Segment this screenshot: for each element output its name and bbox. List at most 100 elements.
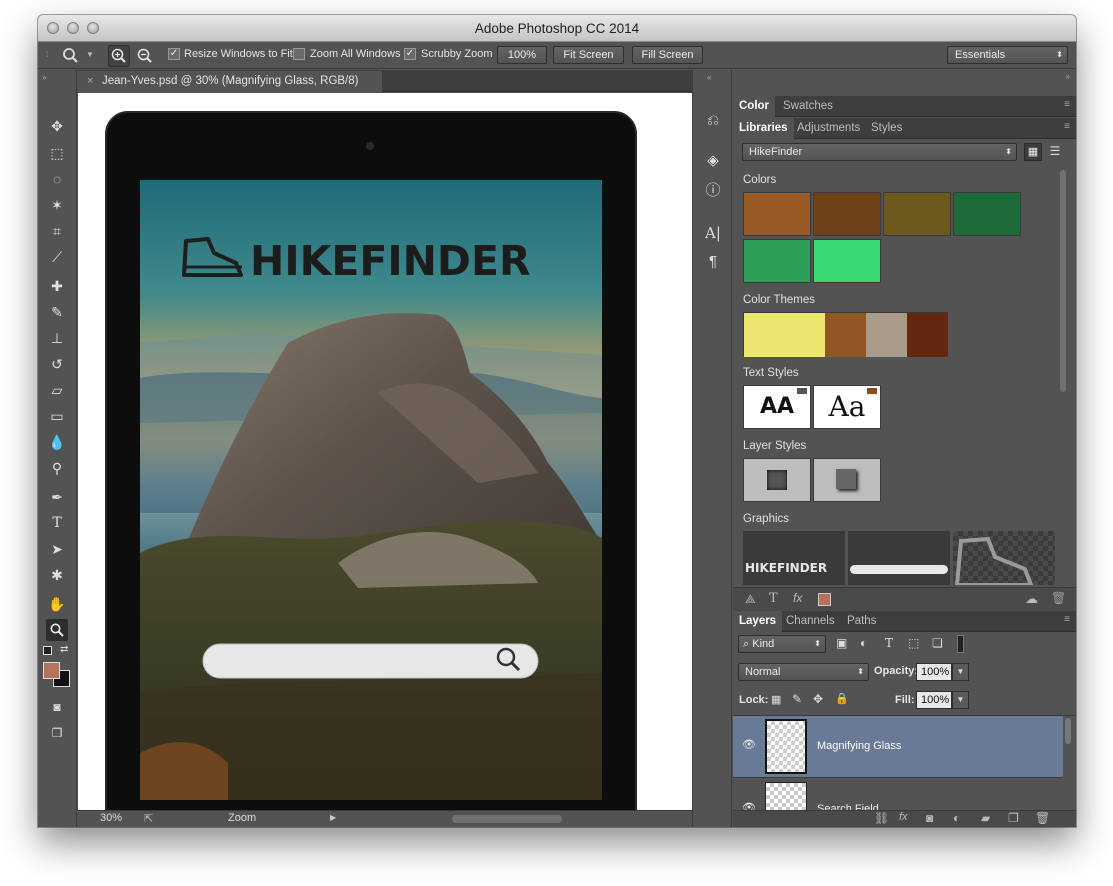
library-color-swatch[interactable] (883, 192, 951, 236)
swap-colors-icon[interactable]: ⇄ (60, 644, 68, 655)
tab-layers[interactable]: Layers (733, 611, 783, 632)
filter-pixel-icon[interactable]: ▣ (836, 636, 847, 650)
library-color-swatch[interactable] (743, 239, 811, 283)
hand-tool-icon[interactable]: ✋ (46, 593, 68, 615)
library-color-swatch[interactable] (813, 239, 881, 283)
zoom-in-icon[interactable] (108, 45, 130, 67)
tab-color[interactable]: Color (733, 96, 776, 117)
layer-filter-dropdown[interactable]: ⌕ Kind ⬍ (738, 635, 826, 653)
creative-cloud-icon[interactable]: ☁ (1025, 591, 1038, 607)
add-graphic-icon[interactable]: ⟁ (745, 592, 756, 607)
graphic-boot[interactable] (953, 531, 1055, 587)
chevron-down-icon[interactable]: ▼ (86, 47, 94, 64)
character-panel-icon[interactable]: A| (702, 222, 724, 244)
text-style-bold[interactable]: AA (743, 385, 811, 429)
move-tool-icon[interactable]: ✥ (46, 115, 68, 137)
share-icon[interactable]: ⇱ (144, 812, 153, 825)
foreground-color-swatch[interactable] (43, 662, 60, 679)
add-mask-icon[interactable]: ◙ (926, 811, 933, 825)
add-color-icon[interactable] (818, 593, 831, 606)
healing-brush-tool-icon[interactable]: ✚ (46, 275, 68, 297)
info-panel-icon[interactable]: ⓘ (702, 180, 724, 202)
add-layer-style-icon[interactable]: fx (793, 591, 802, 605)
history-panel-icon[interactable]: ⎌ (702, 110, 724, 132)
scrubby-zoom-checkbox[interactable]: ✓ (404, 48, 416, 60)
text-style-serif[interactable]: Aa (813, 385, 881, 429)
zoom-all-windows-checkbox[interactable] (293, 48, 305, 60)
default-colors-icon[interactable] (43, 646, 52, 655)
document-tab[interactable]: × Jean-Yves.psd @ 30% (Magnifying Glass,… (78, 71, 382, 92)
color-theme[interactable] (743, 312, 948, 357)
filter-smart-object-icon[interactable]: ❏ (932, 636, 943, 650)
zoom-100-button[interactable]: 100% (497, 46, 547, 64)
zoom-window-button[interactable] (87, 22, 99, 34)
zoom-tool-preset-icon[interactable] (62, 47, 80, 68)
gradient-tool-icon[interactable]: ▭ (46, 405, 68, 427)
type-tool-icon[interactable]: T (46, 512, 68, 534)
3d-panel-icon[interactable]: ◈ (702, 150, 724, 172)
filter-adjustment-icon[interactable]: ◐ (860, 636, 867, 650)
new-group-icon[interactable]: ▰ (981, 811, 990, 825)
quick-mask-icon[interactable]: ◙ (46, 696, 68, 718)
fill-input[interactable]: 100% (916, 691, 952, 709)
mock-search-field[interactable] (202, 643, 539, 679)
layer-effects-icon[interactable]: fx (899, 811, 908, 823)
tab-swatches[interactable]: Swatches (777, 96, 839, 117)
paragraph-panel-icon[interactable]: ¶ (702, 251, 724, 273)
graphic-logo[interactable]: HIKEFINDER (743, 531, 845, 585)
panel-menu-icon[interactable]: ≡ (1064, 99, 1070, 110)
library-color-swatch[interactable] (813, 192, 881, 236)
tab-paths[interactable]: Paths (841, 611, 882, 632)
chevron-down-icon[interactable]: ▼ (952, 663, 969, 681)
list-view-icon[interactable]: ☰ (1046, 143, 1064, 161)
eyedropper-tool-icon[interactable]: ⟋ (46, 246, 68, 268)
panel-menu-icon[interactable]: ≡ (1064, 121, 1070, 132)
lasso-tool-icon[interactable]: ◌ (46, 168, 68, 190)
graphic-search-bar[interactable] (848, 531, 950, 585)
blend-mode-dropdown[interactable]: Normal ⬍ (738, 663, 869, 681)
collapse-strip-icon[interactable]: « (707, 73, 711, 82)
blur-tool-icon[interactable]: 💧 (46, 431, 68, 453)
horizontal-scroll-thumb[interactable] (452, 815, 562, 823)
add-text-style-icon[interactable]: T (769, 591, 778, 606)
filter-shape-icon[interactable]: ⬚ (908, 636, 919, 650)
layer-row-selected[interactable]: 👁 Magnifying Glass (733, 716, 1063, 778)
screen-mode-icon[interactable]: ❐ (46, 722, 68, 744)
path-selection-tool-icon[interactable]: ➤ (46, 538, 68, 560)
fill-screen-button[interactable]: Fill Screen (632, 46, 703, 64)
custom-shape-tool-icon[interactable]: ✱ (46, 564, 68, 586)
lock-position-icon[interactable]: ✥ (813, 692, 823, 706)
pen-tool-icon[interactable]: ✒ (46, 486, 68, 508)
layer-style-drop-shadow[interactable] (813, 458, 881, 502)
collapse-panel-icon[interactable]: » (42, 73, 46, 82)
magic-wand-tool-icon[interactable]: ✶ (46, 194, 68, 216)
lock-pixels-icon[interactable]: ✎ (792, 692, 802, 706)
document-canvas[interactable]: HIKEFINDER (78, 93, 715, 810)
minimize-window-button[interactable] (67, 22, 79, 34)
library-color-swatch[interactable] (953, 192, 1021, 236)
chevron-down-icon[interactable]: ▼ (952, 691, 969, 709)
eye-icon[interactable]: 👁 (742, 738, 756, 751)
eraser-tool-icon[interactable]: ▱ (46, 379, 68, 401)
opacity-input[interactable]: 100% (916, 663, 952, 681)
new-layer-icon[interactable]: ❐ (1008, 811, 1019, 825)
status-menu-icon[interactable]: ▶ (330, 813, 336, 822)
library-color-swatch[interactable] (743, 192, 811, 236)
clone-stamp-tool-icon[interactable]: ⊥ (46, 327, 68, 349)
canvas-area[interactable]: HIKEFINDER (78, 93, 715, 810)
layer-style-inner-shadow[interactable] (743, 458, 811, 502)
history-brush-tool-icon[interactable]: ↺ (46, 353, 68, 375)
libraries-scroll-thumb[interactable] (1060, 170, 1066, 392)
panel-menu-icon[interactable]: ≡ (1064, 614, 1070, 625)
dodge-tool-icon[interactable]: ⚲ (46, 457, 68, 479)
crop-tool-icon[interactable]: ⌗ (46, 220, 68, 242)
tab-styles[interactable]: Styles (865, 118, 908, 139)
trash-icon[interactable]: 🗑 (1051, 591, 1066, 605)
brush-tool-icon[interactable]: ✎ (46, 301, 68, 323)
grid-view-icon[interactable]: ▦ (1024, 143, 1042, 161)
lock-all-icon[interactable]: 🔒 (835, 692, 849, 705)
tab-libraries[interactable]: Libraries (733, 118, 794, 139)
resize-windows-checkbox[interactable]: ✓ (168, 48, 180, 60)
trash-icon[interactable]: 🗑 (1035, 811, 1050, 825)
link-layers-icon[interactable]: ⛓ (874, 811, 889, 825)
